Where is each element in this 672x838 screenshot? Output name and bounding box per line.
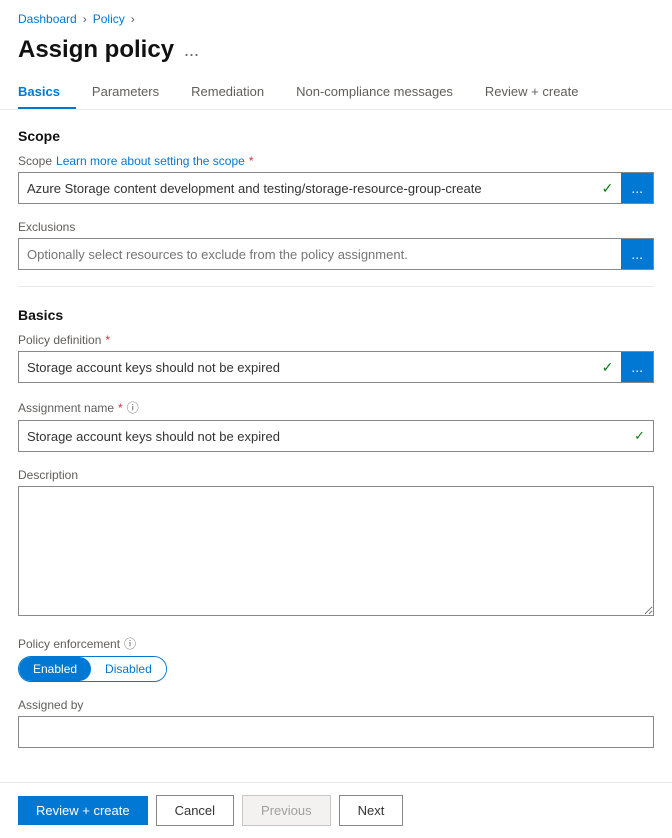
main-content: Scope Scope Learn more about setting the… [0, 110, 672, 782]
scope-check-icon: ✓ [602, 180, 614, 197]
review-create-button[interactable]: Review + create [18, 796, 148, 825]
breadcrumb-sep1: › [83, 12, 87, 26]
enforcement-disabled-button[interactable]: Disabled [91, 657, 166, 681]
exclusions-label-row: Exclusions [18, 220, 654, 234]
exclusions-browse-button[interactable]: ... [621, 238, 654, 270]
policy-enforcement-info-icon: ⓘ [124, 635, 136, 652]
assigned-by-label: Assigned by [18, 698, 83, 712]
assignment-name-check-icon: ✓ [634, 428, 645, 444]
policy-def-label: Policy definition [18, 333, 101, 347]
previous-button: Previous [242, 795, 331, 826]
description-label-row: Description [18, 468, 654, 482]
assignment-name-label-row: Assignment name * ⓘ [18, 399, 654, 416]
assigned-by-input[interactable] [18, 716, 654, 748]
assignment-name-label: Assignment name [18, 401, 114, 415]
footer: Review + create Cancel Previous Next [0, 782, 672, 838]
assignment-name-input[interactable] [27, 429, 634, 444]
policy-def-check-icon: ✓ [602, 359, 614, 376]
policy-def-field-group: Policy definition * Storage account keys… [18, 333, 654, 383]
breadcrumb-dashboard[interactable]: Dashboard [18, 12, 77, 26]
breadcrumb-sep2: › [131, 12, 135, 26]
policy-def-label-row: Policy definition * [18, 333, 654, 347]
enforcement-toggle: Enabled Disabled [18, 656, 167, 682]
assignment-name-required: * [118, 401, 123, 415]
scope-section-title: Scope [18, 128, 654, 144]
scope-field-group: Scope Learn more about setting the scope… [18, 154, 654, 204]
description-textarea[interactable] [18, 486, 654, 616]
more-options-button[interactable]: ... [184, 40, 199, 61]
scope-input-row: Azure Storage content development and te… [18, 172, 654, 204]
tab-non-compliance[interactable]: Non-compliance messages [280, 76, 469, 109]
scope-label: Scope [18, 154, 52, 168]
page-header: Assign policy ... [0, 32, 672, 76]
tab-remediation[interactable]: Remediation [175, 76, 280, 109]
breadcrumb-policy[interactable]: Policy [93, 12, 125, 26]
policy-def-input-row: Storage account keys should not be expir… [18, 351, 654, 383]
policy-def-input[interactable]: Storage account keys should not be expir… [18, 351, 621, 383]
policy-def-browse-button[interactable]: ... [621, 351, 654, 383]
policy-def-required: * [105, 333, 110, 347]
exclusions-field-group: Exclusions ... [18, 220, 654, 270]
basics-section-title: Basics [18, 307, 654, 323]
policy-enforcement-field-group: Policy enforcement ⓘ Enabled Disabled [18, 635, 654, 682]
page-title: Assign policy [18, 36, 174, 64]
exclusions-input-row: ... [18, 238, 654, 270]
policy-enforcement-label-row: Policy enforcement ⓘ [18, 635, 654, 652]
next-button[interactable]: Next [339, 795, 404, 826]
policy-def-value: Storage account keys should not be expir… [27, 360, 280, 375]
enforcement-enabled-button[interactable]: Enabled [19, 657, 91, 681]
scope-browse-button[interactable]: ... [621, 172, 654, 204]
tab-review-create[interactable]: Review + create [469, 76, 595, 109]
scope-value: Azure Storage content development and te… [27, 181, 482, 196]
cancel-button[interactable]: Cancel [156, 795, 234, 826]
tab-basics[interactable]: Basics [18, 76, 76, 109]
policy-enforcement-label: Policy enforcement [18, 637, 120, 651]
breadcrumb: Dashboard › Policy › [0, 0, 672, 32]
assignment-name-field-group: Assignment name * ⓘ ✓ [18, 399, 654, 452]
exclusions-input[interactable] [18, 238, 621, 270]
description-field-group: Description [18, 468, 654, 619]
tab-bar: Basics Parameters Remediation Non-compli… [0, 76, 672, 110]
tab-parameters[interactable]: Parameters [76, 76, 175, 109]
exclusions-label: Exclusions [18, 220, 75, 234]
assigned-by-field-group: Assigned by [18, 698, 654, 748]
assigned-by-label-row: Assigned by [18, 698, 654, 712]
scope-input[interactable]: Azure Storage content development and te… [18, 172, 621, 204]
section-divider-1 [18, 286, 654, 287]
assignment-name-info-icon: ⓘ [127, 399, 139, 416]
scope-required: * [249, 154, 254, 168]
learn-more-link[interactable]: Learn more about setting the scope [56, 154, 245, 168]
description-label: Description [18, 468, 78, 482]
scope-label-row: Scope Learn more about setting the scope… [18, 154, 654, 168]
assignment-name-input-wrapper: ✓ [18, 420, 654, 452]
